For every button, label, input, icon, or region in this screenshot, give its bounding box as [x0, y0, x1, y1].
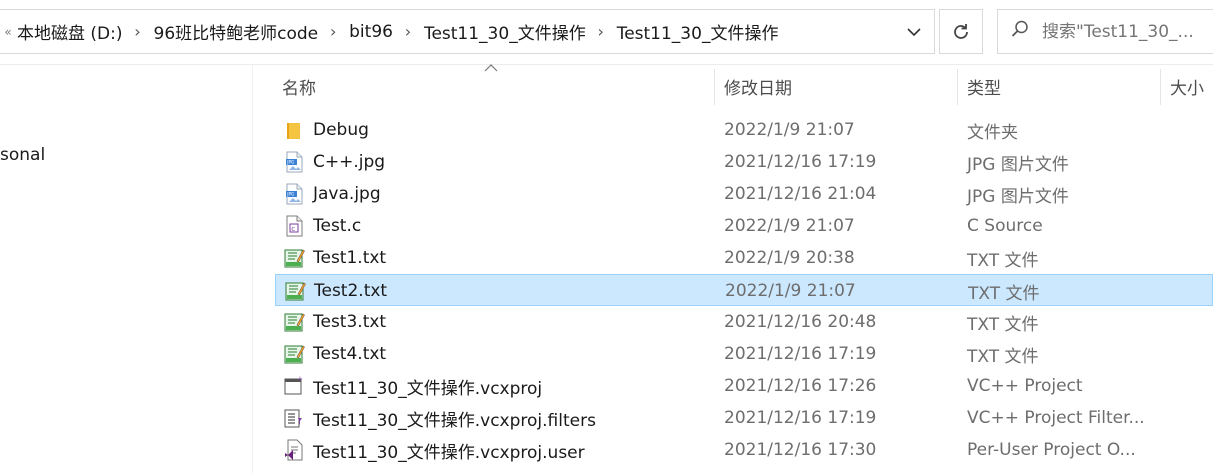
- breadcrumb-overflow-icon[interactable]: «: [0, 25, 16, 39]
- file-row[interactable]: Test2.txt 2022/1/9 21:07 TXT 文件: [275, 274, 1213, 306]
- column-header-date[interactable]: 修改日期: [714, 65, 957, 107]
- svg-text:JPG: JPG: [286, 192, 294, 198]
- breadcrumb-item-project[interactable]: Test11_30_文件操作: [423, 19, 586, 44]
- file-modified-date: 2022/1/9 20:38: [724, 248, 855, 268]
- file-row[interactable]: Debug 2022/1/9 21:07 文件夹: [275, 114, 1213, 146]
- file-name[interactable]: Test11_30_文件操作.vcxproj.filters: [313, 402, 596, 434]
- column-header-name[interactable]: 名称: [272, 65, 714, 107]
- file-modified-date: 2022/1/9 21:07: [724, 120, 855, 140]
- chevron-down-icon: [907, 27, 921, 36]
- file-name[interactable]: Java.jpg: [313, 178, 381, 210]
- breadcrumb-item-drive[interactable]: 本地磁盘 (D:): [16, 19, 123, 44]
- file-modified-date: 2021/12/16 17:26: [724, 376, 877, 396]
- file-name[interactable]: C++.jpg: [313, 146, 385, 178]
- file-type: JPG 图片文件: [967, 154, 1069, 175]
- file-type: TXT 文件: [967, 250, 1039, 271]
- breadcrumb-item-current[interactable]: Test11_30_文件操作: [616, 19, 779, 44]
- file-type: TXT 文件: [967, 314, 1039, 335]
- file-row[interactable]: JPG Java.jpg 2021/12/16 21:04 JPG 图片文件: [275, 178, 1213, 210]
- file-name[interactable]: Test.c: [313, 210, 361, 242]
- address-bar[interactable]: « 本地磁盘 (D:) › 96班比特鲍老师code › bit96 › Tes…: [0, 9, 935, 54]
- navigation-pane: sonal: [0, 65, 253, 473]
- svg-text:JPG: JPG: [286, 160, 294, 166]
- file-type: 文件夹: [967, 122, 1018, 143]
- file-type: C Source: [967, 216, 1043, 236]
- file-name[interactable]: Debug: [313, 114, 369, 146]
- column-headers: 名称 修改日期 类型 大小: [253, 64, 1213, 107]
- svg-text:+: +: [297, 375, 303, 383]
- breadcrumb-separator-icon[interactable]: ›: [586, 22, 616, 41]
- file-type: Per-User Project O...: [967, 440, 1136, 460]
- file-row[interactable]: + Test11_30_文件操作.vcxproj 2021/12/16 17:26 V…: [275, 370, 1213, 402]
- file-row[interactable]: Test11_30_文件操作.vcxproj.filters 2021/12/16…: [275, 402, 1213, 434]
- file-modified-date: 2021/12/16 17:19: [724, 152, 877, 172]
- breadcrumb-item-bit96[interactable]: bit96: [348, 22, 393, 42]
- file-name[interactable]: Test3.txt: [313, 306, 386, 338]
- nav-item-personal[interactable]: sonal: [0, 145, 45, 165]
- file-row[interactable]: c Test.c 2022/1/9 21:07 C Source: [275, 210, 1213, 242]
- refresh-button[interactable]: [939, 9, 983, 54]
- file-name[interactable]: Test11_30_文件操作.vcxproj.user: [313, 434, 585, 466]
- file-row[interactable]: Test3.txt 2021/12/16 20:48 TXT 文件: [275, 306, 1213, 338]
- file-modified-date: 2021/12/16 21:04: [724, 184, 877, 204]
- search-input[interactable]: [1042, 21, 1210, 42]
- file-modified-date: 2021/12/16 20:48: [724, 312, 877, 332]
- search-icon: [998, 20, 1042, 43]
- breadcrumb: « 本地磁盘 (D:) › 96班比特鲍老师code › bit96 › Tes…: [0, 10, 778, 53]
- file-name[interactable]: Test11_30_文件操作.vcxproj: [313, 370, 542, 402]
- file-row[interactable]: Test11_30_文件操作.vcxproj.user 2021/12/16 17…: [275, 434, 1213, 466]
- column-header-size[interactable]: 大小: [1160, 65, 1213, 107]
- file-type: TXT 文件: [968, 283, 1040, 304]
- file-name[interactable]: Test1.txt: [313, 242, 386, 274]
- file-type: VC++ Project: [967, 376, 1083, 396]
- file-modified-date: 2021/12/16 17:30: [724, 440, 877, 460]
- file-type: TXT 文件: [967, 346, 1039, 367]
- file-name[interactable]: Test2.txt: [314, 275, 387, 307]
- file-name[interactable]: Test4.txt: [313, 338, 386, 370]
- address-history-dropdown-button[interactable]: [893, 9, 935, 54]
- svg-text:c: c: [291, 225, 295, 233]
- file-row[interactable]: Test1.txt 2022/1/9 20:38 TXT 文件: [275, 242, 1213, 274]
- file-modified-date: 2021/12/16 17:19: [724, 344, 877, 364]
- file-row[interactable]: JPG C++.jpg 2021/12/16 17:19 JPG 图片文件: [275, 146, 1213, 178]
- file-modified-date: 2021/12/16 17:19: [724, 408, 877, 428]
- refresh-icon: [954, 23, 968, 39]
- breadcrumb-separator-icon[interactable]: ›: [123, 22, 153, 41]
- file-type: JPG 图片文件: [967, 186, 1069, 207]
- breadcrumb-separator-icon[interactable]: ›: [393, 22, 423, 41]
- file-row[interactable]: Test4.txt 2021/12/16 17:19 TXT 文件: [275, 338, 1213, 370]
- column-header-type[interactable]: 类型: [957, 65, 1160, 107]
- toolbar: « 本地磁盘 (D:) › 96班比特鲍老师code › bit96 › Tes…: [0, 0, 1213, 64]
- file-modified-date: 2022/1/9 21:07: [725, 281, 856, 301]
- breadcrumb-separator-icon[interactable]: ›: [318, 22, 348, 41]
- search-box[interactable]: [997, 9, 1213, 54]
- file-type: VC++ Project Filter...: [967, 408, 1145, 428]
- breadcrumb-item-code[interactable]: 96班比特鲍老师code: [153, 19, 319, 44]
- file-modified-date: 2022/1/9 21:07: [724, 216, 855, 236]
